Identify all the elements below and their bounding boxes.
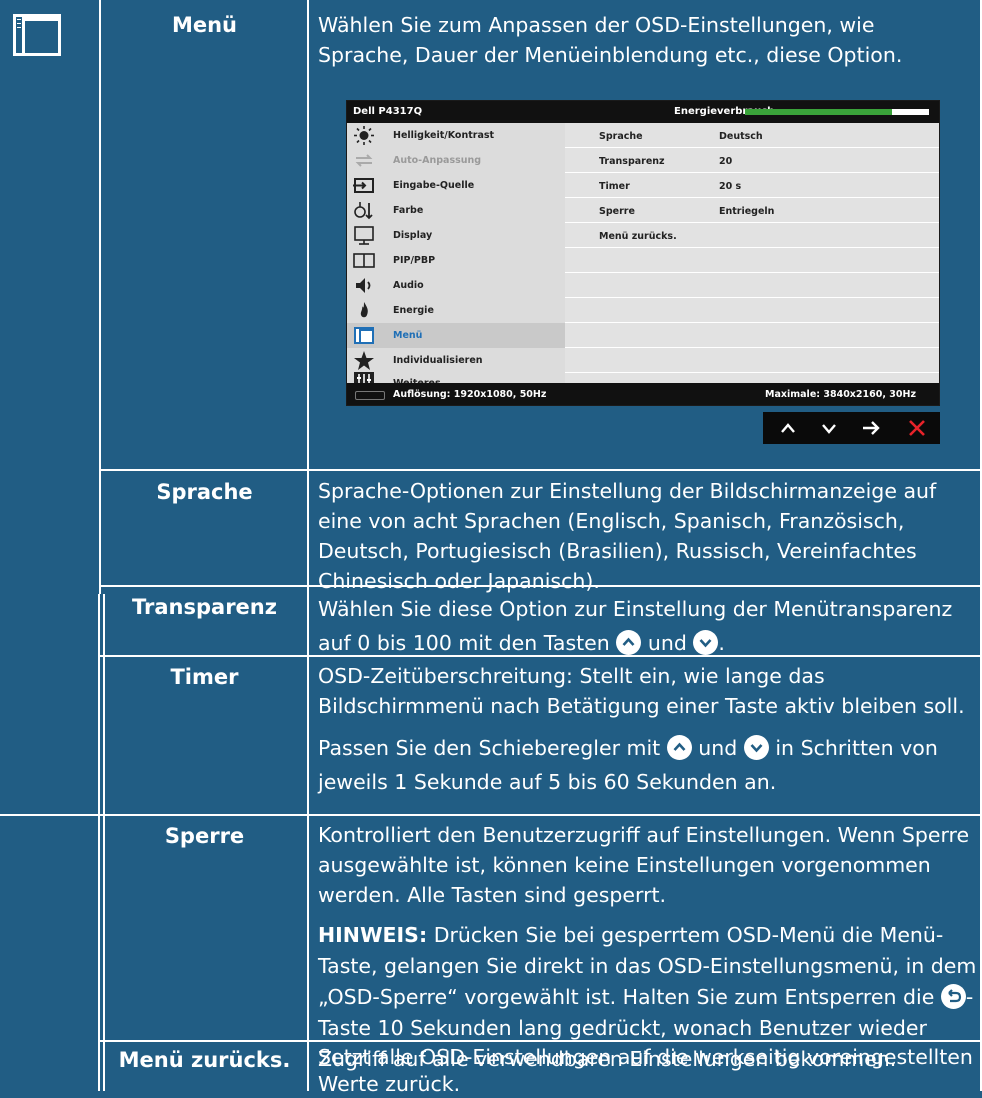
osd-footer: Auflösung: 1920x1080, 50Hz Maximale: 384… [347,383,939,405]
color-icon [353,200,375,221]
audio-icon [353,275,375,296]
osd-model: Dell P4317Q [353,106,423,117]
osd-submenu: Sprache Deutsch Transparenz 20 Timer 20 s S… [565,123,939,383]
row-title-transparenz: Transparenz [132,595,277,619]
osd-item-auto-adjust[interactable]: Auto-Anpassung [347,148,565,173]
down-button-icon [743,735,769,760]
osd-item-label: Helligkeit/Kontrast [393,130,495,141]
row-title-sperre: Sperre [164,824,245,848]
osd-item-menu[interactable]: Menü [347,323,565,348]
osd-item-label: PIP/PBP [393,255,436,266]
osd-item-color[interactable]: Farbe [347,198,565,223]
osd-setting-row[interactable]: Sperre Entriegeln [565,198,939,223]
setting-key: Menü zurücks. [599,231,677,242]
up-button-icon [616,630,642,655]
back-button-icon [940,984,966,1009]
description-text: Setzt alle OSD-Einstellungen auf die wer… [318,1045,973,1096]
pip-pbp-icon [353,250,375,271]
setting-key: Transparenz [599,156,665,167]
row-desc-menu: Wählen Sie zum Anpassen der OSD-Einstell… [318,10,958,70]
row-desc-sprache: Sprache-Optionen zur Einstellung der Bil… [318,476,968,596]
divider [99,469,982,471]
description-text: Kontrolliert den Benutzerzugriff auf Ein… [318,823,970,907]
row-title-sprache: Sprache [156,480,253,504]
osd-setting-row[interactable]: Transparenz 20 [565,148,939,173]
description-text: Wählen Sie zum Anpassen der OSD-Einstell… [318,13,903,67]
setting-value: 20 [719,156,733,167]
setting-key: Sperre [599,206,635,217]
description-text: und [647,631,687,655]
osd-empty-row [565,323,939,348]
divider [0,814,982,816]
setting-value: Deutsch [719,131,763,142]
setting-key: Timer [599,181,630,192]
osd-resolution: Auflösung: 1920x1080, 50Hz [393,389,547,400]
menu-window-icon [13,14,61,56]
auto-adjust-icon [353,150,375,171]
down-icon[interactable] [810,412,848,444]
row-desc-transparenz: Wählen Sie diese Option zur Einstellung … [318,592,978,660]
up-button-icon [666,735,692,760]
description-text: Sprache-Optionen zur Einstellung der Bil… [318,479,937,593]
osd-setting-row[interactable]: Timer 20 s [565,173,939,198]
note-label: HINWEIS: [318,923,428,947]
osd-header: Dell P4317Q Energieverbrauch [347,101,939,123]
osd-item-label: Audio [393,280,424,291]
osd-empty-row [565,248,939,273]
description-text: Passen Sie den Schieberegler mit [318,736,661,760]
energy-bar-fill [745,109,893,115]
input-source-icon [353,175,375,196]
star-icon [353,350,375,371]
osd-item-display[interactable]: Display [347,223,565,248]
osd-item-audio[interactable]: Audio [347,273,565,298]
right-arrow-icon[interactable] [852,412,890,444]
row-desc-timer: OSD-Zeitüberschreitung: Stellt ein, wie … [318,661,973,799]
divider [99,0,101,594]
divider [307,0,309,1091]
osd-menu: Dell P4317Q Energieverbrauch Helligkeit/… [346,100,940,406]
setting-value: Entriegeln [719,206,775,217]
description-text: und [698,736,738,760]
setting-key: Sprache [599,131,643,142]
osd-empty-row [565,273,939,298]
osd-item-label: Individualisieren [393,355,483,366]
row-desc-menu-reset: Setzt alle OSD-Einstellungen auf die wer… [318,1044,978,1098]
osd-item-label: Farbe [393,205,424,216]
description-text: . [718,631,725,655]
energy-bar [745,109,929,115]
down-button-icon [693,630,719,655]
osd-max-resolution: Maximale: 3840x2160, 30Hz [765,389,916,400]
row-desc-sperre: Kontrolliert den Benutzerzugriff auf Ein… [318,820,978,1075]
brightness-icon [353,125,375,146]
display-icon [353,225,375,246]
osd-item-label: Menü [393,330,423,341]
osd-nav-buttons [763,412,940,444]
osd-empty-row [565,298,939,323]
row-title-menu: Menü [171,13,238,37]
osd-empty-row [565,348,939,373]
osd-setting-row[interactable]: Sprache Deutsch [565,123,939,148]
row-title-timer: Timer [170,665,239,689]
osd-item-energy[interactable]: Energie [347,298,565,323]
osd-item-label: Display [393,230,433,241]
input-port-icon [355,391,385,400]
osd-setting-row[interactable]: Menü zurücks. [565,223,939,248]
osd-item-label: Eingabe-Quelle [393,180,475,191]
description-paragraph: Passen Sie den Schieberegler mit und in … [318,731,973,799]
osd-item-pip-pbp[interactable]: PIP/PBP [347,248,565,273]
row-title-menu-reset: Menü zurücks. [118,1048,291,1072]
divider [98,594,100,1091]
osd-main-menu: Helligkeit/Kontrast Auto-Anpassung Einga… [347,123,565,383]
setting-value: 20 s [719,181,742,192]
osd-item-input-source[interactable]: Eingabe-Quelle [347,173,565,198]
close-icon[interactable] [898,412,936,444]
description-text: OSD-Zeitüberschreitung: Stellt ein, wie … [318,664,965,718]
osd-item-brightness[interactable]: Helligkeit/Kontrast [347,123,565,148]
up-icon[interactable] [769,412,807,444]
osd-item-personalize[interactable]: Individualisieren [347,348,565,373]
energy-icon [353,300,375,321]
osd-item-label: Energie [393,305,434,316]
menu-icon [353,325,375,346]
osd-item-label: Auto-Anpassung [393,155,482,166]
